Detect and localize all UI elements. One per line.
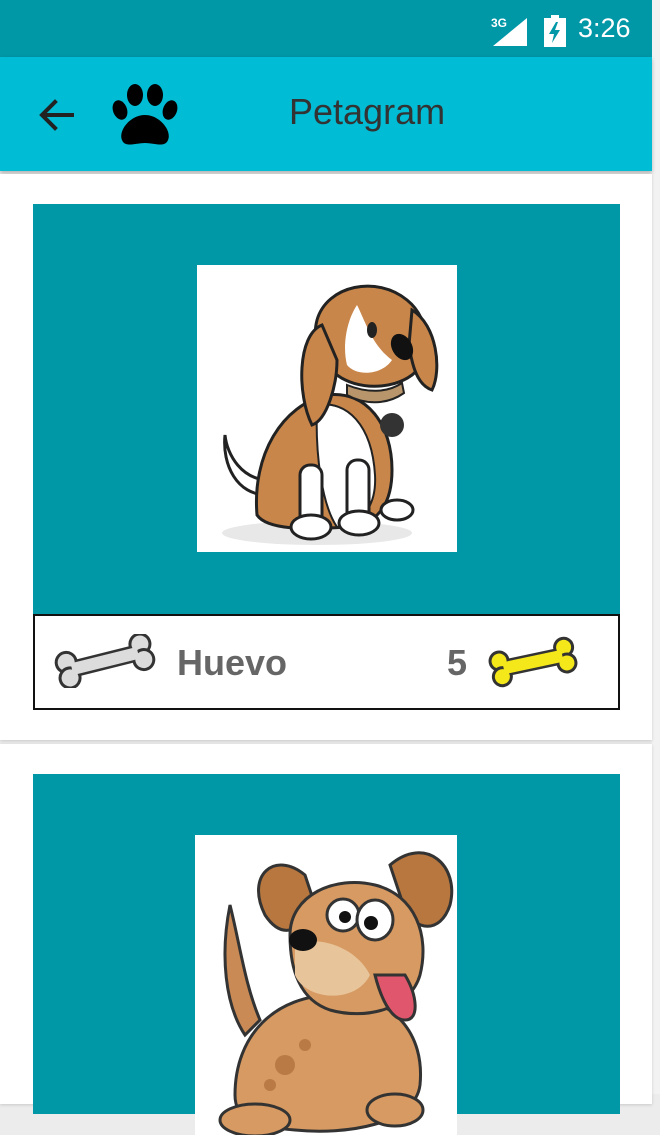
like-bone-icon[interactable] bbox=[53, 634, 157, 688]
app-title: Petagram bbox=[289, 91, 446, 132]
pet-card bbox=[0, 744, 652, 1135]
paw-logo-icon bbox=[112, 84, 178, 145]
pet-image-puppy bbox=[195, 835, 457, 1135]
pet-photo-area bbox=[33, 774, 620, 1135]
status-clock: 3:26 bbox=[578, 13, 631, 43]
battery-charging-icon bbox=[544, 15, 566, 47]
pet-card: Huevo 5 bbox=[0, 174, 652, 740]
pet-info-bar: Huevo 5 bbox=[33, 614, 620, 710]
pet-photo-area bbox=[33, 204, 620, 616]
app-bar: Petagram bbox=[0, 57, 652, 171]
screen-edge bbox=[652, 0, 660, 1094]
signal-icon bbox=[493, 18, 527, 46]
rating-bone-icon bbox=[488, 636, 578, 688]
back-arrow-icon[interactable] bbox=[36, 95, 76, 135]
pet-image-beagle bbox=[197, 265, 457, 552]
status-bar: 3G 3:26 bbox=[0, 0, 652, 57]
pet-name: Huevo bbox=[177, 642, 288, 683]
pet-rating-count: 5 bbox=[447, 642, 468, 683]
